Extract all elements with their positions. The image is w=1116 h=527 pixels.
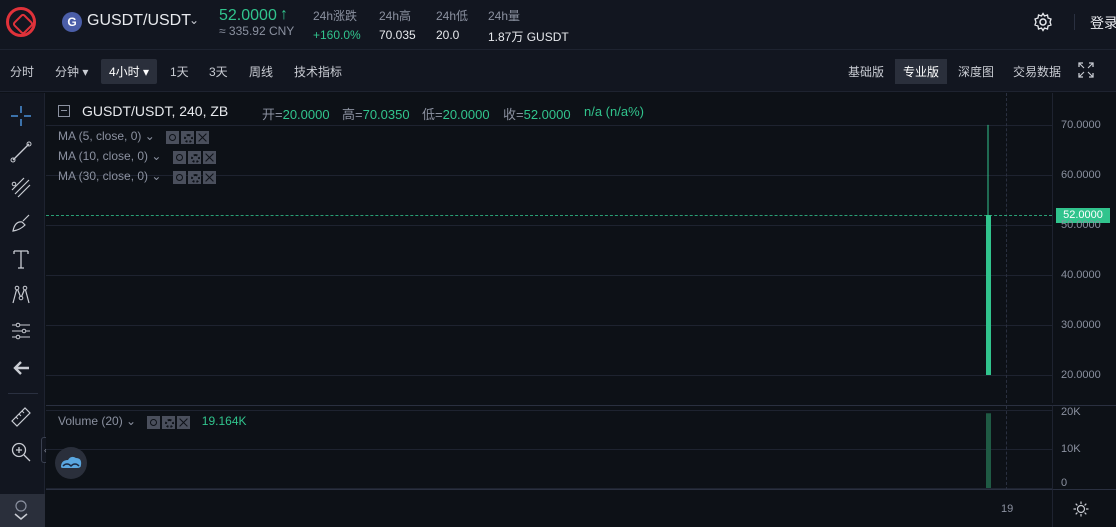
interval-label: 分钟 <box>55 65 80 79</box>
price-tick-label: 70.0000 <box>1061 119 1101 131</box>
volume-layer <box>986 413 991 488</box>
interval-label: 4小时 <box>109 65 140 79</box>
trend-line-icon[interactable] <box>10 141 32 163</box>
caret-down-icon: ▾ <box>82 65 89 79</box>
interval-tab-minutes[interactable]: 分钟 ▾ <box>55 63 88 80</box>
divider <box>1074 14 1075 30</box>
interval-tab[interactable]: 周线 <box>249 63 273 80</box>
candle-layer <box>986 124 991 375</box>
cny-price: ≈ 335.92 CNY <box>219 24 295 38</box>
volume-tick-label: 0 <box>1061 477 1068 489</box>
view-basic-tab[interactable]: 基础版 <box>848 63 884 80</box>
stat-value: +160.0% <box>313 28 361 42</box>
cloud-logo-icon <box>61 456 82 468</box>
measure-tool-icon[interactable] <box>10 320 32 342</box>
price-tick-label: 40.0000 <box>1061 269 1101 281</box>
text-tool-icon[interactable] <box>10 248 32 270</box>
stat-volume: 24h量 1.87万 GUSDT <box>488 7 569 45</box>
stat-label: 24h高 <box>379 9 412 23</box>
arrow-left-icon[interactable] <box>10 357 32 379</box>
price-tick-label: 60.0000 <box>1061 169 1101 181</box>
interval-tab[interactable]: 3天 <box>209 63 228 80</box>
candlestick-chart[interactable]: GUSDT/USDT, 240, ZB 开=20.0000 高=70.0350 … <box>46 93 1052 403</box>
stat-value: 20.0 <box>436 28 460 42</box>
indicators-button[interactable]: 技术指标 <box>294 63 342 80</box>
view-trades-tab[interactable]: 交易数据 <box>1013 63 1061 80</box>
volume-tick-label: 10K <box>1061 443 1081 455</box>
fib-tool-icon[interactable] <box>10 176 32 198</box>
interval-tab-active[interactable]: 4小时 ▾ <box>101 59 158 84</box>
ruler-icon[interactable] <box>10 406 32 428</box>
stat-low: 24h低 20.0 <box>436 7 468 42</box>
stat-label: 24h涨跌 <box>313 9 358 23</box>
chart-settings[interactable] <box>1052 489 1116 527</box>
sun-settings-icon[interactable] <box>1073 501 1089 517</box>
price-tick-label: 50.0000 <box>1061 219 1101 231</box>
price-axis[interactable]: 52.0000 70.0000 60.0000 50.0000 40.0000 30.0… <box>1052 93 1116 403</box>
volume-bar[interactable] <box>986 413 991 488</box>
interval-tab[interactable]: 分时 <box>10 63 34 80</box>
lock-tool[interactable] <box>0 494 45 527</box>
last-price: 52.0000 <box>219 7 277 24</box>
login-link[interactable]: 登录 <box>1090 13 1116 33</box>
pattern-tool-icon[interactable] <box>10 284 32 306</box>
price-tick-label: 30.0000 <box>1061 319 1101 331</box>
arrow-up-icon: ↑ <box>280 6 288 23</box>
gear-icon[interactable] <box>1033 12 1053 32</box>
drawing-toolbar <box>0 93 45 527</box>
interval-tab[interactable]: 1天 <box>170 63 189 80</box>
stat-label: 24h量 <box>488 9 521 23</box>
stat-label: 24h低 <box>436 9 469 23</box>
time-tick-label: 19 <box>1001 503 1014 515</box>
divider <box>8 393 38 394</box>
pair-name[interactable]: GUSDT/USDT <box>87 12 191 30</box>
candle-body[interactable] <box>986 215 991 375</box>
stat-value: 70.035 <box>379 28 416 42</box>
coin-icon: G <box>62 12 82 32</box>
volume-tick-label: 20K <box>1061 406 1081 418</box>
stat-change: 24h涨跌 +160.0% <box>313 7 361 42</box>
time-axis[interactable]: 19 <box>46 489 1052 527</box>
crosshair-icon[interactable] <box>10 105 32 127</box>
stat-value: 1.87万 GUSDT <box>488 30 569 44</box>
zoom-in-icon[interactable] <box>10 441 32 463</box>
exchange-logo-icon[interactable] <box>6 7 36 37</box>
volume-axis[interactable]: 20K 10K 0 <box>1052 405 1116 489</box>
caret-down-icon: ▾ <box>143 65 150 79</box>
brand-badge[interactable] <box>55 447 87 479</box>
chevron-down-icon[interactable]: ⌄ <box>189 13 199 27</box>
chevron-down-icon <box>14 500 28 520</box>
fullscreen-icon[interactable] <box>1078 62 1094 78</box>
stat-high: 24h高 70.035 <box>379 7 416 42</box>
price-tick-label: 20.0000 <box>1061 369 1101 381</box>
chart-toolbar: 分时 分钟 ▾ 4小时 ▾ 1天 3天 周线 技术指标 基础版 专业版 深度图 … <box>0 50 1116 92</box>
top-header: G GUSDT/USDT ⌄ 52.0000 ↑ ≈ 335.92 CNY 24… <box>0 0 1116 50</box>
view-pro-tab[interactable]: 专业版 <box>895 59 948 84</box>
volume-chart[interactable]: Volume (20) ⌄ 19.164K <box>46 405 1052 490</box>
view-depth-tab[interactable]: 深度图 <box>958 63 994 80</box>
brush-icon[interactable] <box>10 212 32 234</box>
